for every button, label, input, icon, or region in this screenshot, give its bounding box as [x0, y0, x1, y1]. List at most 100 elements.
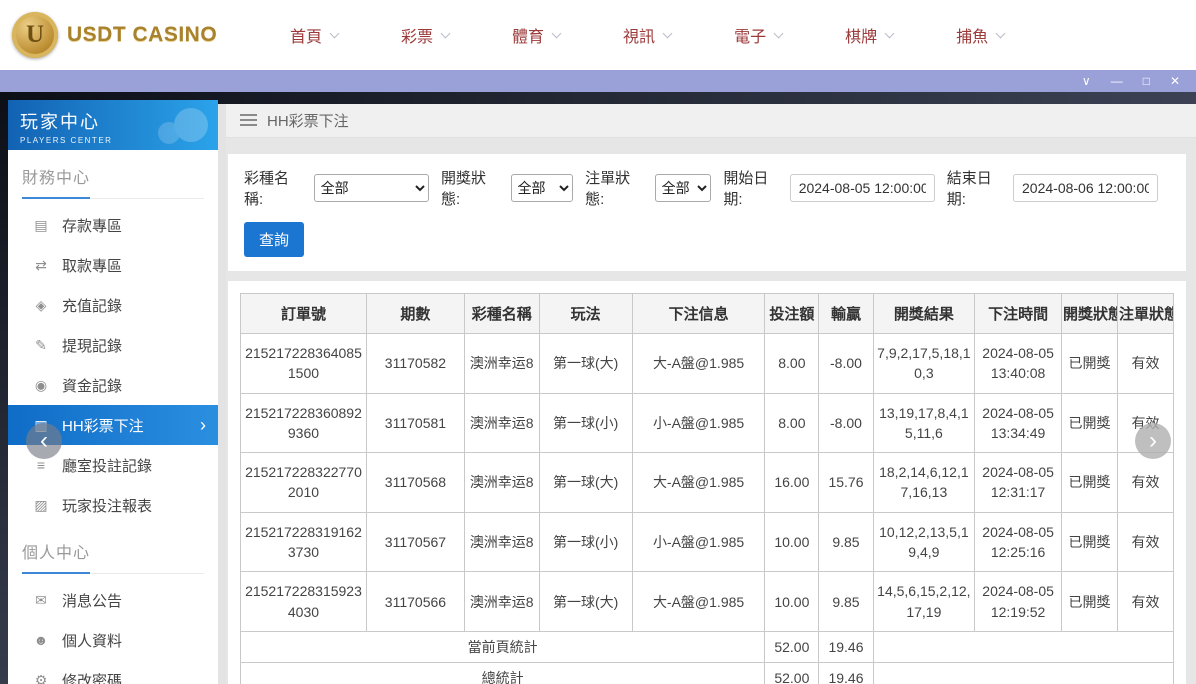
table-row: 2152172283191623730 31170567 澳洲幸运8 第一球(小…: [241, 512, 1174, 572]
sidebar-item-change-password[interactable]: ⚙ 修改密碼: [8, 660, 218, 684]
sidebar-item-withdraw[interactable]: ⇄ 取款專區: [8, 245, 218, 285]
nav-item-card-games[interactable]: 棋牌: [845, 23, 893, 47]
play-type-cell: 第一球(小): [539, 512, 632, 572]
sidebar-item-recharge-record[interactable]: ◈ 充值記錄: [8, 285, 218, 325]
scroll-left-button[interactable]: ‹: [26, 423, 62, 459]
lottery-name-filter: 彩種名稱: 全部: [244, 167, 429, 209]
recharge-record-icon: ◈: [32, 297, 50, 314]
start-date-filter: 開始日期:: [723, 167, 934, 209]
col-lottery-name: 彩種名稱: [464, 294, 539, 334]
nav-item-label: 電子: [734, 23, 766, 47]
main-nav: 首頁 彩票 體育 視訊 電子 棋牌 捕魚: [290, 23, 1004, 47]
summary-win-loss-cell: 19.46: [819, 663, 873, 684]
nav-item-fishing[interactable]: 捕魚: [956, 23, 1004, 47]
sidebar-item-label: 修改密碼: [62, 670, 122, 684]
period-cell: 31170567: [366, 512, 464, 572]
sidebar-item-label: 資金記錄: [62, 375, 122, 396]
bet-time-cell: 2024-08-05 13:34:49: [975, 393, 1062, 453]
nav-item-sports[interactable]: 體育: [512, 23, 560, 47]
user-icon: ☻: [32, 632, 50, 648]
lottery-name-cell: 澳洲幸运8: [464, 453, 539, 513]
play-type-cell: 第一球(大): [539, 572, 632, 632]
chevron-down-icon: [774, 28, 784, 38]
logo[interactable]: U USDT CASINO: [0, 12, 238, 58]
draw-status-cell: 已開獎: [1061, 453, 1117, 513]
page-title: HH彩票下注: [267, 110, 349, 131]
logo-text: USDT CASINO: [67, 23, 217, 47]
sidebar-item-player-bet-report[interactable]: ▨ 玩家投注報表: [8, 485, 218, 525]
nav-item-live-casino[interactable]: 視訊: [623, 23, 671, 47]
nav-item-label: 體育: [512, 23, 544, 47]
draw-status-cell: 已開獎: [1061, 512, 1117, 572]
sidebar-item-label: 取款專區: [62, 255, 122, 276]
draw-result-cell: 14,5,6,15,2,12,17,19: [873, 572, 975, 632]
lottery-name-select[interactable]: 全部: [314, 174, 429, 202]
bet-amount-cell: 10.00: [765, 572, 819, 632]
sidebar-item-label: 消息公告: [62, 590, 122, 611]
start-date-input[interactable]: [790, 174, 935, 202]
sidebar-item-funds-record[interactable]: ◉ 資金記錄: [8, 365, 218, 405]
bet-time-cell: 2024-08-05 12:25:16: [975, 512, 1062, 572]
gear-icon: ⚙: [32, 672, 50, 684]
nav-item-home[interactable]: 首頁: [290, 23, 338, 47]
bets-table: 訂單號 期數 彩種名稱 玩法 下注信息 投注額 輸贏 開獎結果 下注時間 開獎狀…: [240, 293, 1174, 684]
sidebar-item-profile[interactable]: ☻ 個人資料: [8, 620, 218, 660]
sidebar-item-withdrawal-record[interactable]: ✎ 提現記錄: [8, 325, 218, 365]
chevron-down-icon: [441, 28, 451, 38]
draw-status-cell: 已開獎: [1061, 572, 1117, 632]
bet-info-cell: 大-A盤@1.985: [632, 334, 764, 394]
win-loss-cell: -8.00: [819, 334, 873, 394]
scroll-right-button[interactable]: ›: [1135, 423, 1171, 459]
coin-logo-icon: U: [12, 12, 58, 58]
chevron-down-icon: [996, 28, 1006, 38]
draw-status-select[interactable]: 全部: [511, 174, 574, 202]
nav-item-label: 彩票: [401, 23, 433, 47]
app-header: U USDT CASINO 首頁 彩票 體育 視訊 電子 棋牌 捕魚: [0, 0, 1196, 70]
collapse-icon[interactable]: ∨: [1082, 75, 1091, 87]
sidebar-item-label: HH彩票下注: [62, 415, 144, 436]
draw-status-cell: 已開獎: [1061, 393, 1117, 453]
maximize-icon[interactable]: □: [1143, 75, 1150, 87]
nav-item-slots[interactable]: 電子: [734, 23, 782, 47]
lottery-name-label: 彩種名稱:: [244, 167, 307, 209]
chevron-down-icon: [330, 28, 340, 38]
summary-bet-amount-cell: 52.00: [765, 631, 819, 662]
close-icon[interactable]: ✕: [1170, 75, 1180, 87]
order-no-cell: 2152172283191623730: [241, 512, 367, 572]
sidebar-item-label: 玩家投注報表: [62, 495, 152, 516]
nav-item-label: 棋牌: [845, 23, 877, 47]
order-status-label: 注單狀態:: [585, 167, 648, 209]
search-button[interactable]: 查詢: [244, 222, 304, 257]
left-dark-strip: [0, 92, 8, 684]
sidebar-item-deposit[interactable]: ▤ 存款專區: [8, 205, 218, 245]
end-date-input[interactable]: [1013, 174, 1158, 202]
minimize-icon[interactable]: —: [1111, 75, 1123, 87]
play-type-cell: 第一球(小): [539, 393, 632, 453]
bet-time-cell: 2024-08-05 12:19:52: [975, 572, 1062, 632]
sidebar-item-announcements[interactable]: ✉ 消息公告: [8, 580, 218, 620]
sidebar-item-label: 充值記錄: [62, 295, 122, 316]
table-row: 2152172283227702010 31170568 澳洲幸运8 第一球(大…: [241, 453, 1174, 513]
summary-label-cell: 總統計: [241, 663, 765, 684]
bet-amount-cell: 10.00: [765, 512, 819, 572]
table-row: 2152172283640851500 31170582 澳洲幸运8 第一球(大…: [241, 334, 1174, 394]
sidebar-item-label: 存款專區: [62, 215, 122, 236]
chevron-right-icon: ›: [200, 416, 206, 434]
period-cell: 31170568: [366, 453, 464, 513]
bet-info-cell: 大-A盤@1.985: [632, 453, 764, 513]
hamburger-icon[interactable]: [240, 114, 257, 127]
section-label: 個人中心: [22, 545, 90, 574]
order-status-cell: 有效: [1117, 512, 1173, 572]
nav-item-lottery[interactable]: 彩票: [401, 23, 449, 47]
bet-info-cell: 大-A盤@1.985: [632, 572, 764, 632]
order-status-select[interactable]: 全部: [655, 174, 712, 202]
window-titlebar: ∨ — □ ✕: [0, 70, 1196, 92]
total-summary-row: 總統計 52.00 19.46: [241, 663, 1174, 684]
lottery-name-cell: 澳洲幸运8: [464, 512, 539, 572]
col-bet-time: 下注時間: [975, 294, 1062, 334]
hall-bet-record-icon: ≡: [32, 457, 50, 473]
sidebar-item-label: 個人資料: [62, 630, 122, 651]
workspace: 玩家中心 PLAYERS CENTER 財務中心 ▤ 存款專區 ⇄ 取款專區 ◈…: [0, 92, 1196, 684]
bet-time-cell: 2024-08-05 12:31:17: [975, 453, 1062, 513]
start-date-label: 開始日期:: [723, 167, 782, 209]
